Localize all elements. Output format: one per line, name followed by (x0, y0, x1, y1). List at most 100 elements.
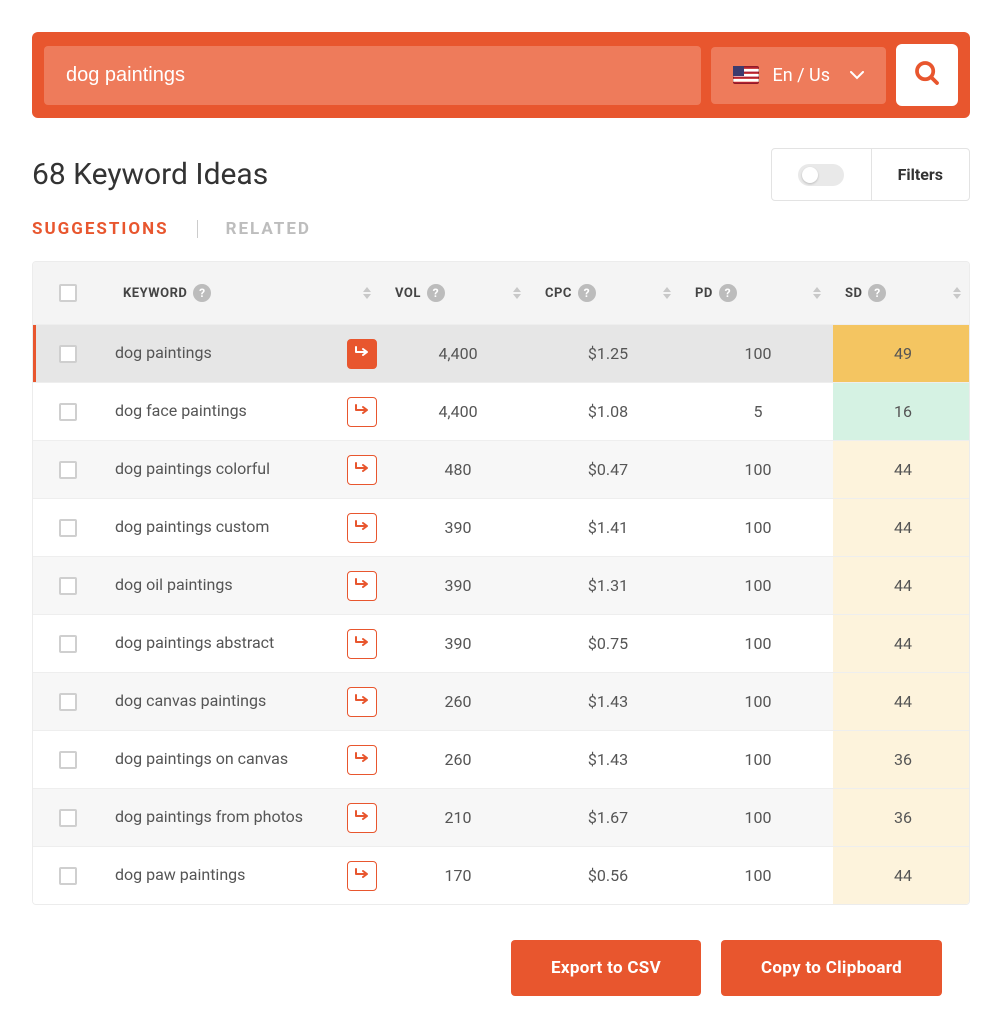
export-csv-button[interactable]: Export to CSV (511, 940, 701, 996)
keyword-text: dog paintings abstract (115, 634, 274, 652)
table-row[interactable]: dog paintings colorful480$0.4710044 (33, 440, 969, 498)
col-vol[interactable]: VOL ? (383, 284, 533, 302)
cpc-cell: $1.31 (533, 576, 683, 595)
vol-cell: 4,400 (383, 344, 533, 363)
cpc-cell: $0.47 (533, 460, 683, 479)
table-row[interactable]: dog face paintings4,400$1.08516 (33, 382, 969, 440)
row-checkbox[interactable] (59, 867, 77, 885)
sd-cell: 36 (833, 789, 970, 846)
cpc-cell: $1.67 (533, 808, 683, 827)
arrow-right-icon (353, 576, 371, 595)
col-cpc-label: CPC (545, 286, 572, 301)
sd-cell: 44 (833, 847, 970, 904)
pd-cell: 100 (683, 518, 833, 537)
table-row[interactable]: dog paintings on canvas260$1.4310036 (33, 730, 969, 788)
sd-cell: 44 (833, 557, 970, 614)
keyword-expand-button[interactable] (347, 687, 377, 717)
row-checkbox[interactable] (59, 635, 77, 653)
vol-cell: 480 (383, 460, 533, 479)
row-checkbox[interactable] (59, 461, 77, 479)
help-icon[interactable]: ? (193, 284, 211, 302)
arrow-right-icon (353, 692, 371, 711)
vol-cell: 260 (383, 692, 533, 711)
cpc-cell: $1.08 (533, 402, 683, 421)
toggle-switch[interactable] (798, 164, 844, 186)
locale-label: En / Us (773, 65, 831, 86)
help-icon[interactable]: ? (578, 284, 596, 302)
arrow-right-icon (353, 634, 371, 653)
copy-clipboard-button[interactable]: Copy to Clipboard (721, 940, 942, 996)
sort-icon[interactable] (663, 287, 671, 299)
table-row[interactable]: dog paw paintings170$0.5610044 (33, 846, 969, 904)
chevron-down-icon (850, 71, 864, 80)
pd-cell: 100 (683, 460, 833, 479)
cpc-cell: $0.75 (533, 634, 683, 653)
table-row[interactable]: dog canvas paintings260$1.4310044 (33, 672, 969, 730)
keyword-expand-button[interactable] (347, 629, 377, 659)
help-icon[interactable]: ? (719, 284, 737, 302)
col-cpc[interactable]: CPC ? (533, 284, 683, 302)
sort-icon[interactable] (513, 287, 521, 299)
table-row[interactable]: dog paintings custom390$1.4110044 (33, 498, 969, 556)
keyword-text: dog paw paintings (115, 866, 245, 884)
select-all-checkbox[interactable] (59, 284, 77, 302)
row-checkbox[interactable] (59, 403, 77, 421)
sort-icon[interactable] (363, 287, 371, 299)
tab-related[interactable]: RELATED (226, 219, 311, 239)
filters-button[interactable]: Filters (872, 149, 969, 200)
row-checkbox[interactable] (59, 519, 77, 537)
arrow-right-icon (353, 866, 371, 885)
cpc-cell: $1.43 (533, 692, 683, 711)
search-button[interactable] (896, 44, 958, 106)
table-row[interactable]: dog paintings4,400$1.2510049 (33, 324, 969, 382)
col-pd-label: PD (695, 286, 713, 301)
keyword-text: dog paintings from photos (115, 808, 303, 826)
keyword-expand-button[interactable] (347, 339, 377, 369)
vol-cell: 390 (383, 634, 533, 653)
help-icon[interactable]: ? (868, 284, 886, 302)
arrow-right-icon (353, 460, 371, 479)
vol-cell: 260 (383, 750, 533, 769)
vol-cell: 390 (383, 518, 533, 537)
keyword-expand-button[interactable] (347, 571, 377, 601)
search-input[interactable] (44, 46, 701, 105)
table-row[interactable]: dog oil paintings390$1.3110044 (33, 556, 969, 614)
col-vol-label: VOL (395, 286, 421, 301)
cpc-cell: $0.56 (533, 866, 683, 885)
pd-cell: 5 (683, 402, 833, 421)
sort-icon[interactable] (953, 287, 961, 299)
keyword-expand-button[interactable] (347, 861, 377, 891)
pd-cell: 100 (683, 866, 833, 885)
row-checkbox[interactable] (59, 809, 77, 827)
keyword-expand-button[interactable] (347, 745, 377, 775)
table-row[interactable]: dog paintings abstract390$0.7510044 (33, 614, 969, 672)
col-sd-label: SD (845, 286, 862, 301)
footer-actions: Export to CSV Copy to Clipboard (511, 940, 942, 996)
keyword-text: dog canvas paintings (115, 692, 266, 710)
keyword-expand-button[interactable] (347, 803, 377, 833)
keyword-expand-button[interactable] (347, 513, 377, 543)
col-keyword[interactable]: KEYWORD ? (103, 284, 383, 302)
pd-cell: 100 (683, 808, 833, 827)
row-checkbox[interactable] (59, 345, 77, 363)
search-bar: En / Us (32, 32, 970, 118)
table-row[interactable]: dog paintings from photos210$1.6710036 (33, 788, 969, 846)
locale-selector[interactable]: En / Us (711, 47, 887, 104)
row-checkbox[interactable] (59, 577, 77, 595)
page-title: 68 Keyword Ideas (32, 157, 268, 192)
keyword-text: dog oil paintings (115, 576, 233, 594)
keyword-expand-button[interactable] (347, 397, 377, 427)
help-icon[interactable]: ? (427, 284, 445, 302)
row-checkbox[interactable] (59, 751, 77, 769)
col-pd[interactable]: PD ? (683, 284, 833, 302)
tab-suggestions[interactable]: SUGGESTIONS (32, 219, 169, 239)
row-checkbox[interactable] (59, 693, 77, 711)
keyword-text: dog paintings custom (115, 518, 269, 536)
us-flag-icon (733, 66, 759, 84)
sort-icon[interactable] (813, 287, 821, 299)
search-icon (912, 58, 942, 92)
keyword-text: dog paintings on canvas (115, 750, 288, 768)
keyword-expand-button[interactable] (347, 455, 377, 485)
table-header: KEYWORD ? VOL ? CPC ? PD ? SD ? (33, 262, 969, 324)
col-sd[interactable]: SD ? (833, 284, 970, 302)
